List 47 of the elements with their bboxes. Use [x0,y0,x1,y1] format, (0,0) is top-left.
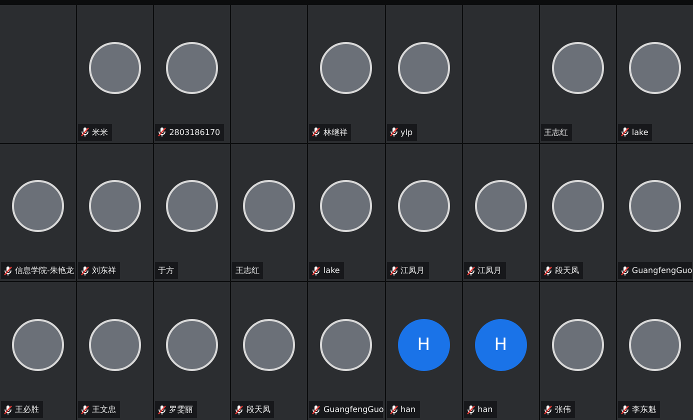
participant-name: 林继祥 [323,126,348,138]
muted-microphone-icon [620,404,629,414]
muted-microphone-icon [390,266,398,276]
muted-microphone-icon [312,127,320,138]
participant-name: 于方 [158,265,174,276]
participant-name: han [400,405,416,414]
muted-microphone-icon [81,127,90,138]
muted-microphone-icon [390,127,398,138]
muted-microphone-icon [81,404,90,414]
participant-name: 王志红 [235,265,260,276]
muted-microphone-icon [158,127,166,138]
participant-name: 2803186170 [169,128,220,137]
participant-name: 江凤月 [478,265,502,276]
muted-microphone-icon [544,266,552,276]
participant-name: 李东魁 [632,404,656,415]
participant-name: 王文忠 [92,404,116,415]
letter-avatar: H [474,319,527,372]
participant-name: 信息学院-朱艳龙 [15,265,74,276]
participant-name: 江凤月 [400,265,425,276]
muted-microphone-icon [312,266,320,276]
participant-name: GuangfengGuo [323,405,384,414]
muted-microphone-icon [81,266,90,276]
participant-name: GuangfengGuo [632,266,692,276]
participant-name: 罗雯丽 [169,404,194,415]
participant-name: lake [632,128,648,137]
muted-microphone-icon [390,404,398,414]
participant-name: ylp [400,128,413,137]
participant-name: han [478,405,493,414]
muted-microphone-icon [620,127,629,138]
participant-name: 段天凤 [246,404,270,415]
muted-microphone-icon [235,404,244,414]
muted-microphone-icon [312,404,320,414]
muted-microphone-icon [4,266,12,276]
muted-microphone-icon [466,266,475,276]
participant-name: 张伟 [554,404,571,415]
muted-microphone-icon [4,404,12,414]
participant-name: 段天凤 [554,265,579,276]
muted-microphone-icon [544,404,552,414]
muted-microphone-icon [158,404,166,414]
participant-name: 王必胜 [15,404,39,415]
participant-name: 刘东祥 [92,265,116,276]
muted-microphone-icon [466,404,475,414]
participant-name: lake [323,266,340,276]
letter-avatar: H [398,319,450,372]
participant-name: 米米 [92,126,108,138]
participant-name: 王志红 [544,126,568,138]
muted-microphone-icon [620,266,629,276]
